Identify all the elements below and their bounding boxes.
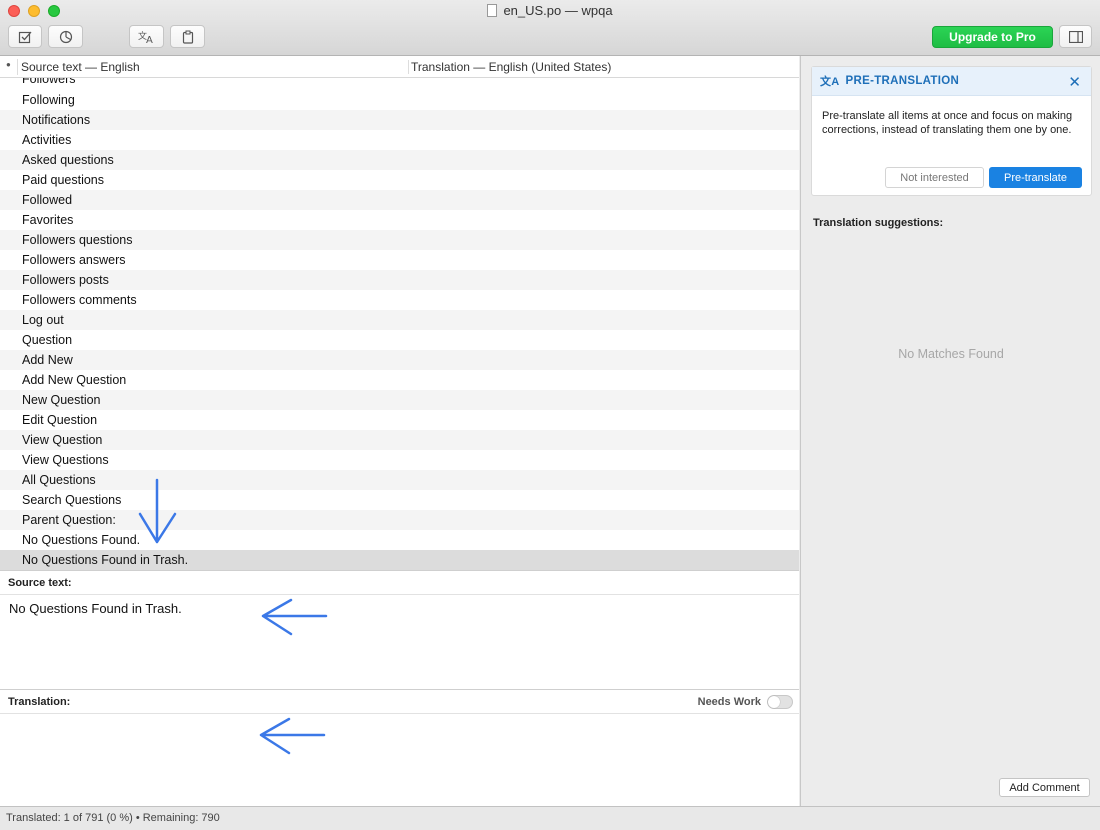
translation-input[interactable] — [0, 714, 799, 806]
string-list[interactable]: Followers Following Notifications Activi… — [0, 78, 799, 570]
list-item[interactable]: Followers questions — [0, 230, 799, 250]
list-item[interactable]: Paid questions — [0, 170, 799, 190]
list-item[interactable]: Following — [0, 90, 799, 110]
list-item[interactable]: Activities — [0, 130, 799, 150]
pretranslation-header: 文A PRE-TRANSLATION — [812, 67, 1091, 96]
translate-icon: 文A — [820, 76, 840, 88]
window-title: en_US.po — wpqa — [0, 3, 1100, 18]
pretranslation-card: 文A PRE-TRANSLATION ✕ Pre-translate all i… — [811, 66, 1092, 196]
translation-label: Translation: — [8, 696, 71, 708]
checkbox-icon — [18, 31, 32, 43]
list-item[interactable]: Followers — [0, 78, 799, 90]
list-item[interactable]: No Questions Found. — [0, 530, 799, 550]
list-item[interactable]: View Questions — [0, 450, 799, 470]
translation-header: Translation: Needs Work — [0, 689, 799, 714]
pretranslate-toolbar-button[interactable]: 文 A — [129, 25, 164, 48]
source-column-header[interactable]: Source text — English — [21, 60, 140, 74]
statistics-button[interactable] — [48, 25, 83, 48]
add-comment-button[interactable]: Add Comment — [999, 778, 1090, 797]
pretranslation-description: Pre-translate all items at once and focu… — [822, 110, 1073, 136]
translate-icon: 文 A — [138, 30, 153, 44]
editor-pane: ● Source text — English Translation — En… — [0, 56, 799, 806]
needs-work-toggle[interactable] — [767, 695, 793, 709]
svg-text:A: A — [146, 35, 153, 44]
status-text: Translated: 1 of 791 (0 %) • Remaining: … — [6, 812, 220, 824]
list-item[interactable]: Parent Question: — [0, 510, 799, 530]
validate-button[interactable] — [8, 25, 42, 48]
list-item[interactable]: Add New — [0, 350, 799, 370]
list-item[interactable]: Favorites — [0, 210, 799, 230]
translation-suggestions-label: Translation suggestions: — [813, 217, 944, 229]
list-item[interactable]: Notifications — [0, 110, 799, 130]
list-item[interactable]: Search Questions — [0, 490, 799, 510]
list-item[interactable]: Followers comments — [0, 290, 799, 310]
status-column-header[interactable]: ● — [6, 60, 11, 69]
list-item[interactable]: Edit Question — [0, 410, 799, 430]
pretranslate-button[interactable]: Pre-translate — [989, 167, 1082, 188]
list-item[interactable]: Followers answers — [0, 250, 799, 270]
list-item[interactable]: Question — [0, 330, 799, 350]
source-text-view: No Questions Found in Trash. — [9, 601, 182, 616]
document-icon — [487, 4, 498, 17]
translation-memory-button[interactable] — [170, 25, 205, 48]
list-item[interactable]: Followed — [0, 190, 799, 210]
pie-chart-icon — [59, 30, 72, 43]
list-item[interactable]: Asked questions — [0, 150, 799, 170]
sidebar-toggle-icon — [1068, 30, 1083, 43]
sidebar: 文A PRE-TRANSLATION ✕ Pre-translate all i… — [800, 56, 1100, 806]
needs-work-label: Needs Work — [697, 696, 761, 708]
close-icon[interactable]: ✕ — [1068, 73, 1081, 91]
list-item-selected[interactable]: No Questions Found in Trash. — [0, 550, 799, 570]
toggle-sidebar-button[interactable] — [1059, 25, 1092, 48]
list-item[interactable]: View Question — [0, 430, 799, 450]
upgrade-to-pro-button[interactable]: Upgrade to Pro — [932, 26, 1053, 48]
not-interested-button[interactable]: Not interested — [885, 167, 984, 188]
list-item[interactable]: Add New Question — [0, 370, 799, 390]
list-item[interactable]: Followers posts — [0, 270, 799, 290]
list-header: ● Source text — English Translation — En… — [0, 56, 799, 78]
no-matches-text: No Matches Found — [898, 347, 1004, 361]
list-item[interactable]: Log out — [0, 310, 799, 330]
title-bar: en_US.po — wpqa 文 A Upgrade to Pro — [0, 0, 1100, 56]
translation-column-header[interactable]: Translation — English (United States) — [408, 60, 611, 74]
status-bar: Translated: 1 of 791 (0 %) • Remaining: … — [0, 806, 1100, 830]
clipboard-icon — [182, 30, 193, 44]
list-item[interactable]: All Questions — [0, 470, 799, 490]
list-item[interactable]: New Question — [0, 390, 799, 410]
needs-work-control: Needs Work — [698, 695, 793, 709]
source-text-label: Source text: — [0, 570, 799, 595]
